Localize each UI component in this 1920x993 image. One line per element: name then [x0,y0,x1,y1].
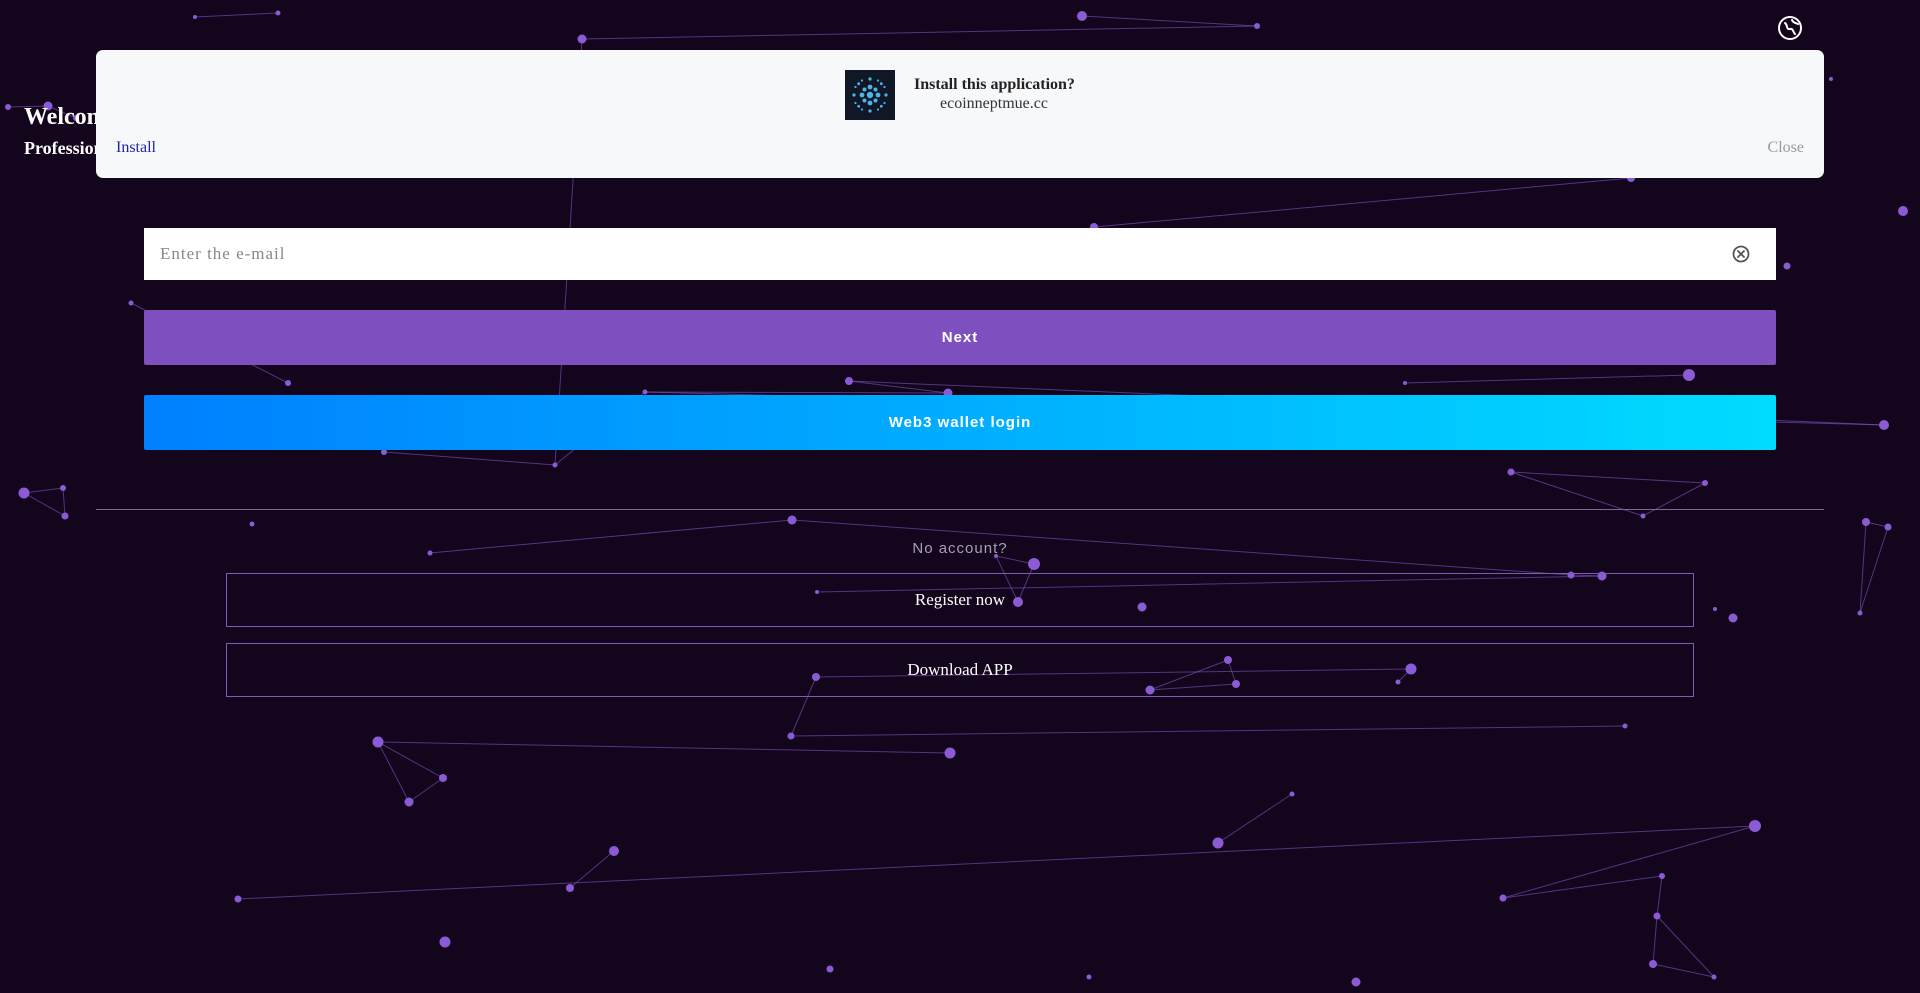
next-button[interactable]: Next [144,310,1776,365]
particle-dot [944,747,956,759]
particle-dot [1783,262,1791,270]
particle-dot [404,797,414,807]
particle-dot [18,487,30,499]
particle-dot [1403,381,1407,385]
particle-link [408,777,444,803]
particle-dot [1653,912,1661,920]
particle-dot [285,380,291,386]
welcome-title: Welcom [24,104,107,130]
particle-link [1093,177,1632,228]
install-domain: ecoinneptmue.cc [940,95,1048,112]
particle-dot [787,732,795,740]
particle-dot [1702,480,1708,486]
particle-dot [826,965,834,973]
particle-dot [5,104,11,110]
particle-link [1652,963,1715,978]
particle-dot [193,15,197,19]
particle-link [383,451,556,466]
particle-dot [1028,558,1040,570]
email-input[interactable] [144,228,1704,280]
particle-dot [1499,894,1507,902]
welcome-subtitle: Profession [24,138,104,158]
particle-link [1859,521,1867,614]
particle-dot [1713,607,1717,611]
particle-link [1081,15,1258,27]
divider [96,509,1824,510]
particle-dot [1351,977,1361,987]
particle-dot [552,462,558,468]
particle-dot [1857,610,1863,616]
particle-dot [1212,837,1224,849]
download-app-button[interactable]: Download APP [226,643,1694,697]
particle-dot [372,736,384,748]
particle-dot [60,485,66,491]
particle-dot [845,377,853,385]
particle-link [581,25,1258,40]
particle-link [237,825,1756,900]
app-logo-icon [845,70,895,120]
no-account-text: No account? [912,540,1008,557]
particle-link [1217,793,1293,844]
particle-dot [577,34,587,44]
install-question: Install this application? [914,76,1075,93]
particle-dot [275,10,281,16]
particle-dot [439,774,447,782]
install-button[interactable]: Install [116,139,156,157]
particle-dot [787,515,797,525]
particle-link [23,492,66,517]
particle-dot [1507,468,1515,476]
email-field-container [144,228,1776,280]
particle-dot [1640,513,1646,519]
particle-dot [234,895,242,903]
particle-link [1656,875,1663,917]
install-app-banner: Install this application? ecoinneptmue.c… [96,50,1824,178]
particle-dot [609,846,619,856]
particle-link [194,12,279,18]
particle-dot [128,300,134,306]
close-banner-button[interactable]: Close [1768,139,1804,157]
web3-wallet-login-button[interactable]: Web3 wallet login [144,395,1776,450]
particle-link [377,741,951,754]
particle-link [1656,915,1715,978]
particle-link [790,725,1626,737]
particle-dot [642,389,648,395]
clear-circle-icon[interactable] [1732,245,1750,263]
particle-link [1502,875,1663,899]
particle-dot [566,884,574,892]
particle-dot [1728,613,1738,623]
particle-dot [61,512,69,520]
register-button[interactable]: Register now [226,573,1694,627]
particle-dot [1884,523,1892,531]
particle-dot [1077,11,1087,21]
particle-dot [1683,369,1695,381]
login-page: Welcom Profession Install this applicati… [0,0,1920,993]
language-button[interactable] [1777,15,1803,41]
particle-link [1404,374,1690,384]
particle-dot [1749,820,1761,832]
particle-dot [1898,206,1908,216]
particle-dot [1829,77,1833,81]
particle-dot [1254,23,1260,29]
particle-link [1642,482,1706,517]
particle-dot [1289,791,1295,797]
particle-dot [1086,974,1092,980]
particle-dot [439,936,451,948]
particle-link [62,487,66,517]
particle-dot [1879,420,1889,430]
particle-link [1652,915,1658,965]
particle-dot [1711,974,1717,980]
particle-link [23,487,64,494]
particle-dot [1659,873,1665,879]
particle-dot [1649,960,1657,968]
particle-dot [1862,518,1870,526]
particle-dot [1622,723,1628,729]
globe-language-icon [1778,16,1802,40]
particle-dot [249,521,255,527]
